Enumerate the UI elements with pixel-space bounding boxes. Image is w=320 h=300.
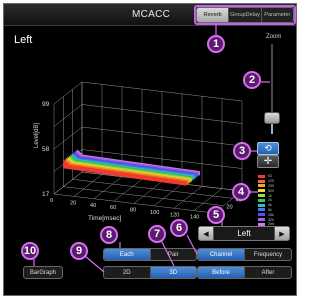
callout-9: 9 [70, 242, 88, 260]
y-tick-label: 17 [42, 191, 50, 198]
pair-button[interactable]: Pair [151, 249, 197, 260]
x-tick-label: 140 [190, 215, 199, 221]
refresh-icon: ⟲ [264, 143, 272, 153]
next-channel-button[interactable]: ▶ [274, 227, 289, 240]
legend-swatch [258, 179, 265, 183]
legend-label: 63 [268, 174, 272, 179]
x-tick-label: 60 [110, 205, 116, 211]
z-tick-label: 20 [226, 205, 232, 211]
channel-selector: ◀ Left ▶ [198, 226, 290, 241]
channel-name: Left [237, 229, 251, 238]
x-tick-label: 0 [50, 198, 53, 204]
legend-label: 2k [268, 198, 272, 203]
graph-bands [63, 148, 201, 186]
y-tick-label: 58 [42, 146, 50, 153]
x-tick-label: 120 [170, 212, 179, 218]
bargraph-button[interactable]: BarGraph [23, 266, 63, 279]
grid-line [72, 179, 233, 199]
legend-swatch [258, 218, 265, 222]
callout-7: 7 [148, 225, 166, 243]
frequency-mode-button[interactable]: Frequency [245, 249, 291, 260]
each-button[interactable]: Each [104, 249, 151, 260]
grid-line [113, 178, 143, 202]
reverb-3d-graph[interactable]: 995817 020406080100120140160 0204060 Lev… [8, 66, 254, 224]
previous-channel-button[interactable]: ◀ [199, 227, 214, 240]
x-tick-label: 100 [150, 210, 159, 216]
grid-line [53, 81, 83, 105]
legend-swatch [258, 194, 265, 198]
callout-3: 3 [233, 142, 251, 160]
grid-line [53, 126, 83, 150]
legend-swatch [258, 208, 265, 212]
before-button[interactable]: Before [198, 267, 245, 278]
legend-swatch [258, 213, 265, 217]
legend-swatch [258, 174, 265, 178]
app-window: MCACC Reverb GroupDelay Parameter Left Z… [3, 3, 297, 296]
grid-line [153, 183, 183, 207]
graph-x-label: Time[msec] [88, 215, 122, 222]
2d-button[interactable]: 2D [104, 267, 151, 278]
channel-title: Left [14, 34, 33, 46]
callout-2: 2 [243, 71, 261, 89]
legend-label: 500 [268, 188, 274, 193]
after-button[interactable]: After [245, 267, 291, 278]
y-tick-label: 99 [42, 101, 50, 108]
before-after-toggle: Before After [197, 266, 292, 279]
legend-label: 16k [268, 212, 274, 217]
callout-1: 1 [207, 35, 225, 53]
legend-swatch [258, 198, 265, 202]
legend-swatch [258, 184, 265, 188]
grid-line [63, 186, 224, 206]
graph-y-ticks: 99 58 17 [42, 101, 50, 198]
move-icon: ✛ [263, 156, 273, 167]
callout-4: 4 [232, 183, 250, 201]
channel-mode-button[interactable]: Channel [198, 249, 245, 260]
graph-grid [53, 81, 243, 214]
callout-10: 10 [21, 242, 39, 260]
x-tick-label: 80 [130, 208, 136, 214]
callout-8: 8 [100, 226, 118, 244]
legend-label: 32k [268, 217, 274, 222]
app-title: MCACC [132, 9, 171, 20]
legend-swatch [258, 203, 265, 207]
channel-frequency-toggle: Channel Frequency [197, 248, 292, 261]
grid-line [53, 171, 83, 195]
grid-line [93, 176, 123, 199]
callout-6: 6 [170, 219, 188, 237]
tabs-highlight [194, 5, 296, 25]
legend-label: 4k [268, 203, 272, 208]
grid-line [173, 186, 203, 209]
x-tick-label: 20 [70, 200, 76, 206]
legend-label: 1k [268, 193, 272, 198]
legend-swatch [258, 189, 265, 193]
zoom-label: Zoom [266, 34, 282, 40]
zoom-slider-thumb[interactable] [264, 112, 280, 124]
reset-view-button[interactable]: ⟲ [257, 142, 279, 155]
callout-5: 5 [207, 206, 225, 224]
legend-label: 250 [268, 183, 274, 188]
graph-y-label: Level[dB] [34, 123, 40, 148]
frequency-legend: 63 125 250 500 1k 2k 4k 8k 16k 32k Zeit [258, 174, 294, 227]
grid-line [133, 181, 163, 204]
move-view-button[interactable]: ✛ [257, 155, 279, 168]
grid-line [53, 104, 83, 127]
3d-button[interactable]: 3D [150, 267, 196, 278]
each-pair-toggle: Each Pair [103, 248, 197, 261]
legend-label: 8k [268, 207, 272, 212]
legend-label: 125 [268, 179, 274, 184]
grid-line [73, 174, 103, 197]
x-tick-label: 40 [90, 203, 96, 209]
dimension-toggle: 2D 3D [103, 266, 197, 279]
